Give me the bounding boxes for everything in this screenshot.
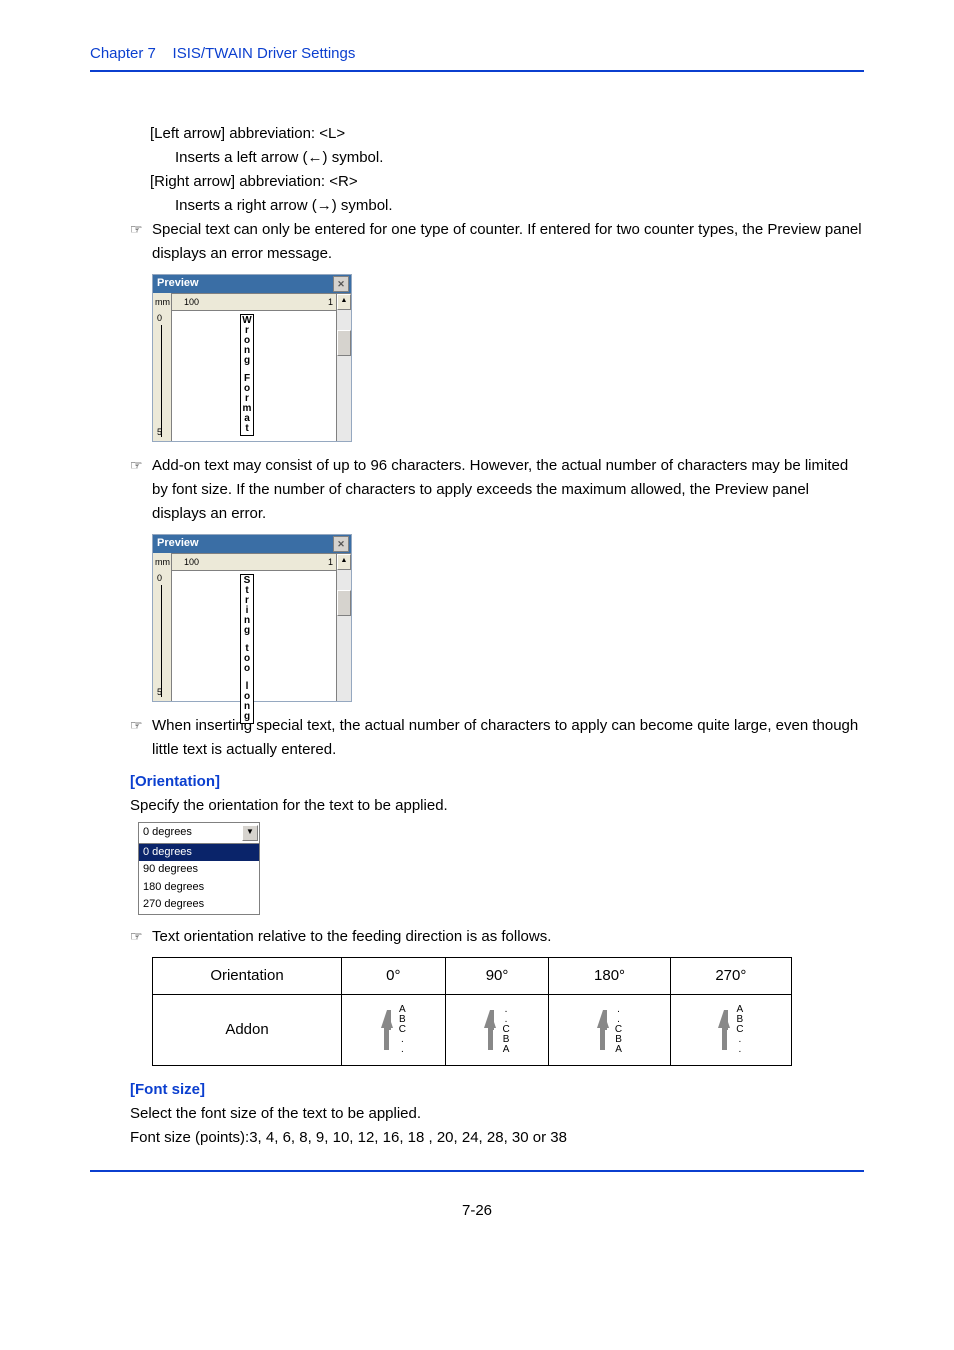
right-arrow-desc: Inserts a right arrow (→) symbol. xyxy=(130,194,864,218)
preview-panel-1: Preview ✕ mm 0 5 100 1 WrongFormat xyxy=(152,274,352,442)
note-icon: ☞ xyxy=(130,925,152,949)
dropdown-item[interactable]: 180 degrees xyxy=(139,879,259,897)
note-body: Special text can only be entered for one… xyxy=(152,218,864,266)
zero-label: 0 xyxy=(157,311,162,325)
th-90: 90° xyxy=(445,957,549,994)
note-body: Add-on text may consist of up to 96 char… xyxy=(152,454,864,526)
feed-arrow-icon xyxy=(381,1010,393,1050)
chapter-title: ISIS/TWAIN Driver Settings xyxy=(173,45,356,62)
feed-arrow-icon xyxy=(484,1010,496,1050)
feed-arrow-icon xyxy=(597,1010,609,1050)
dropdown-item[interactable]: 270 degrees xyxy=(139,896,259,914)
scroll-up-icon[interactable]: ▲ xyxy=(337,294,351,310)
ruler-100: 100 xyxy=(184,555,199,569)
orientation-desc: Specify the orientation for the text to … xyxy=(130,794,864,818)
preview-titlebar: Preview ✕ xyxy=(153,275,351,293)
td-0: ABC.. xyxy=(342,994,446,1065)
right-arrow-label: [Right arrow] abbreviation: <R> xyxy=(130,170,864,194)
ruler-v-line xyxy=(161,585,162,697)
note-icon: ☞ xyxy=(130,454,152,526)
scrollbar[interactable]: ▲ xyxy=(336,294,351,441)
left-arrow-desc: Inserts a left arrow (←) symbol. xyxy=(130,146,864,170)
mm-label: mm xyxy=(155,295,170,309)
scroll-track[interactable] xyxy=(337,570,351,701)
string-too-long-text: Stringtoolong xyxy=(240,574,254,724)
preview-title-text: Preview xyxy=(157,535,199,553)
fifty-label: 5 xyxy=(157,685,162,699)
ruler-100: 100 xyxy=(184,295,199,309)
left-arrow-label: [Left arrow] abbreviation: <L> xyxy=(130,122,864,146)
scroll-thumb[interactable] xyxy=(337,330,351,356)
scroll-thumb[interactable] xyxy=(337,590,351,616)
dropdown-item[interactable]: 90 degrees xyxy=(139,861,259,879)
page-number: 7-26 xyxy=(90,1202,864,1219)
ruler-1: 1 xyxy=(328,295,333,309)
footer-rule xyxy=(90,1170,864,1172)
table-row: Orientation 0° 90° 180° 270° xyxy=(153,957,792,994)
addon-sample-0: ABC.. xyxy=(399,1005,406,1055)
dropdown-item[interactable]: 0 degrees xyxy=(139,844,259,862)
fifty-label: 5 xyxy=(157,425,162,439)
preview-body: mm 0 5 100 1 Stringtoolong ▲ xyxy=(153,553,351,701)
note-body: Text orientation relative to the feeding… xyxy=(152,925,864,949)
note-icon: ☞ xyxy=(130,714,152,762)
addon-sample-90: ..CBA xyxy=(502,1005,509,1055)
td-180: ..CBA xyxy=(549,994,670,1065)
ruler-vertical: mm 0 5 xyxy=(153,293,172,441)
th-0: 0° xyxy=(342,957,446,994)
font-size-line2: Font size (points):3, 4, 6, 8, 9, 10, 12… xyxy=(130,1126,864,1150)
close-icon[interactable]: ✕ xyxy=(333,536,349,552)
td-90: ..CBA xyxy=(445,994,549,1065)
addon-sample-270: ABC.. xyxy=(736,1005,743,1055)
th-180: 180° xyxy=(549,957,670,994)
feed-arrow-icon xyxy=(718,1010,730,1050)
header-rule xyxy=(90,70,864,72)
page-header: Chapter 7 ISIS/TWAIN Driver Settings xyxy=(90,45,864,66)
chapter-label: Chapter 7 xyxy=(90,45,156,62)
td-270: ABC.. xyxy=(670,994,791,1065)
orientation-table: Orientation 0° 90° 180° 270° Addon ABC.. xyxy=(152,957,792,1066)
preview-body: mm 0 5 100 1 WrongFormat ▲ xyxy=(153,293,351,441)
note-body: When inserting special text, the actual … xyxy=(152,714,864,762)
chevron-down-icon[interactable]: ▼ xyxy=(242,825,258,841)
scrollbar[interactable]: ▲ xyxy=(336,554,351,701)
ruler-1: 1 xyxy=(328,555,333,569)
ruler-top: 100 1 xyxy=(172,294,351,311)
mm-label: mm xyxy=(155,555,170,569)
zero-label: 0 xyxy=(157,571,162,585)
table-row: Addon ABC.. ..CBA xyxy=(153,994,792,1065)
th-orientation: Orientation xyxy=(153,957,342,994)
content: [Left arrow] abbreviation: <L> Inserts a… xyxy=(90,122,864,1150)
ruler-top: 100 1 xyxy=(172,554,351,571)
preview-titlebar: Preview ✕ xyxy=(153,535,351,553)
note-special-text: ☞ Special text can only be entered for o… xyxy=(130,218,864,266)
preview-canvas: 100 1 WrongFormat ▲ xyxy=(172,293,351,441)
addon-sample-180: ..CBA xyxy=(615,1005,622,1055)
note-orientation: ☞ Text orientation relative to the feedi… xyxy=(130,925,864,949)
ruler-vertical: mm 0 5 xyxy=(153,553,172,701)
dropdown-list[interactable]: 0 degrees90 degrees180 degrees270 degree… xyxy=(139,844,259,914)
preview-title-text: Preview xyxy=(157,275,199,293)
note-icon: ☞ xyxy=(130,218,152,266)
ruler-v-line xyxy=(161,325,162,437)
scroll-track[interactable] xyxy=(337,310,351,441)
th-270: 270° xyxy=(670,957,791,994)
preview-canvas: 100 1 Stringtoolong ▲ xyxy=(172,553,351,701)
preview-panel-2: Preview ✕ mm 0 5 100 1 Stringtoolong xyxy=(152,534,352,702)
font-size-line1: Select the font size of the text to be a… xyxy=(130,1102,864,1126)
note-96-chars: ☞ Add-on text may consist of up to 96 ch… xyxy=(130,454,864,526)
wrong-format-text: WrongFormat xyxy=(240,314,254,436)
orientation-dropdown[interactable]: 0 degrees ▼ 0 degrees90 degrees180 degre… xyxy=(138,822,260,915)
td-addon-label: Addon xyxy=(153,994,342,1065)
page: Chapter 7 ISIS/TWAIN Driver Settings [Le… xyxy=(0,0,954,1350)
dropdown-value: 0 degrees xyxy=(143,824,192,842)
orientation-heading: [Orientation] xyxy=(130,770,864,794)
font-size-heading: [Font size] xyxy=(130,1078,864,1102)
dropdown-selection[interactable]: 0 degrees ▼ xyxy=(139,823,259,844)
scroll-up-icon[interactable]: ▲ xyxy=(337,554,351,570)
close-icon[interactable]: ✕ xyxy=(333,276,349,292)
